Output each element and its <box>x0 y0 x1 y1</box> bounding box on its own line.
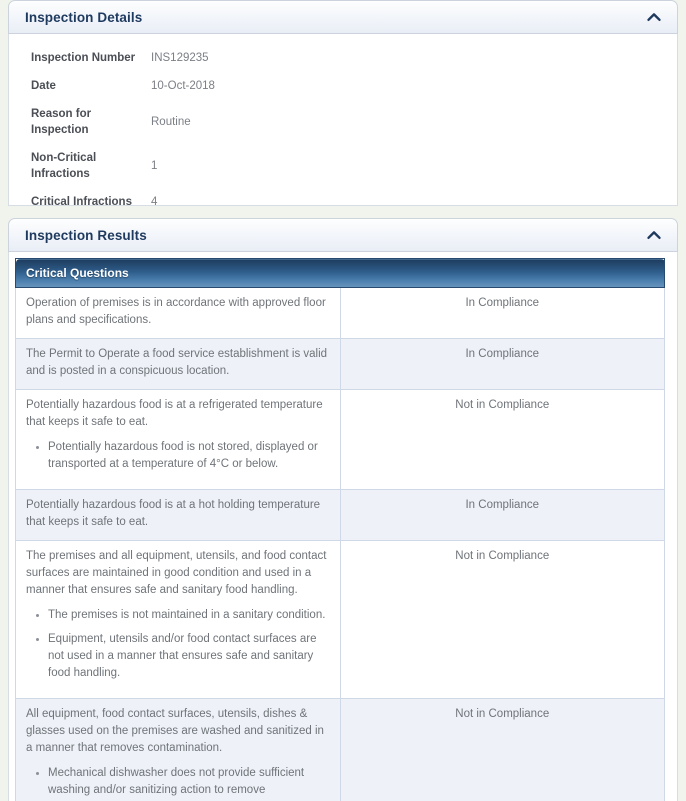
field-value: 1 <box>151 160 158 172</box>
chevron-up-icon[interactable] <box>645 228 663 242</box>
status-badge: In Compliance <box>339 287 665 339</box>
inspection-results-title: Inspection Results <box>25 227 147 243</box>
status-badge: Not in Compliance <box>339 698 665 801</box>
question-cell: The premises and all equipment, utensils… <box>15 540 341 699</box>
list-item: Mechanical dishwasher does not provide s… <box>48 765 330 801</box>
inspection-details-panel: Inspection Details Inspection Number INS… <box>8 0 678 208</box>
table-row: Inspection Number INS129235 <box>21 44 665 72</box>
list-item: Potentially hazardous food is not stored… <box>48 439 330 473</box>
question-text: The premises and all equipment, utensils… <box>26 550 327 596</box>
field-label: Date <box>31 80 56 92</box>
infraction-list: Mechanical dishwasher does not provide s… <box>26 765 330 801</box>
critical-questions-table: Critical Questions Operation of premises… <box>15 258 665 801</box>
infraction-list: Potentially hazardous food is not stored… <box>26 439 330 473</box>
chevron-up-icon[interactable] <box>645 10 663 24</box>
table-row[interactable]: The premises and all equipment, utensils… <box>15 540 665 699</box>
field-label: Non-Critical Infractions <box>31 152 97 180</box>
table-row[interactable]: The Permit to Operate a food service est… <box>15 338 665 390</box>
table-row[interactable]: Operation of premises is in accordance w… <box>15 287 665 339</box>
table-row: Reason for Inspection Routine <box>21 100 665 144</box>
question-cell: The Permit to Operate a food service est… <box>15 338 341 390</box>
question-text: Operation of premises is in accordance w… <box>26 297 326 326</box>
field-value: 10-Oct-2018 <box>151 80 215 92</box>
inspection-results-panel: Inspection Results Critical Questions Op <box>8 218 678 801</box>
question-text: Potentially hazardous food is at a refri… <box>26 399 323 428</box>
critical-questions-header: Critical Questions <box>15 258 665 288</box>
question-cell: All equipment, food contact surfaces, ut… <box>15 698 341 801</box>
table-row: Date 10-Oct-2018 <box>21 72 665 100</box>
inspection-details-title: Inspection Details <box>25 9 143 25</box>
table-header-row: Critical Questions <box>15 258 665 288</box>
question-cell: Operation of premises is in accordance w… <box>15 287 341 339</box>
table-row: Non-Critical Infractions 1 <box>21 144 665 188</box>
table-row[interactable]: Potentially hazardous food is at a refri… <box>15 389 665 490</box>
list-item: The premises is not maintained in a sani… <box>48 607 330 624</box>
inspection-results-body: Critical Questions Operation of premises… <box>8 252 678 801</box>
question-cell: Potentially hazardous food is at a refri… <box>15 389 341 490</box>
inspection-details-header[interactable]: Inspection Details <box>8 0 678 34</box>
status-badge: Not in Compliance <box>339 389 665 490</box>
infraction-list: The premises is not maintained in a sani… <box>26 607 330 682</box>
field-value: Routine <box>151 116 191 128</box>
table-row[interactable]: Potentially hazardous food is at a hot h… <box>15 489 665 541</box>
question-text: The Permit to Operate a food service est… <box>26 348 328 377</box>
status-badge: Not in Compliance <box>339 540 665 699</box>
field-value: INS129235 <box>151 52 209 64</box>
field-label: Reason for Inspection <box>31 108 92 136</box>
status-badge: In Compliance <box>339 489 665 541</box>
table-row[interactable]: All equipment, food contact surfaces, ut… <box>15 698 665 801</box>
question-cell: Potentially hazardous food is at a hot h… <box>15 489 341 541</box>
inspection-results-header[interactable]: Inspection Results <box>8 218 678 252</box>
inspection-report-page: Inspection Details Inspection Number INS… <box>0 0 686 801</box>
list-item: Equipment, utensils and/or food contact … <box>48 631 330 682</box>
question-text: Potentially hazardous food is at a hot h… <box>26 499 321 528</box>
inspection-details-table: Inspection Number INS129235 Date 10-Oct-… <box>21 44 665 216</box>
field-label: Inspection Number <box>31 52 136 64</box>
inspection-details-body: Inspection Number INS129235 Date 10-Oct-… <box>8 34 678 208</box>
question-text: All equipment, food contact surfaces, ut… <box>26 708 324 754</box>
status-badge: In Compliance <box>339 338 665 390</box>
